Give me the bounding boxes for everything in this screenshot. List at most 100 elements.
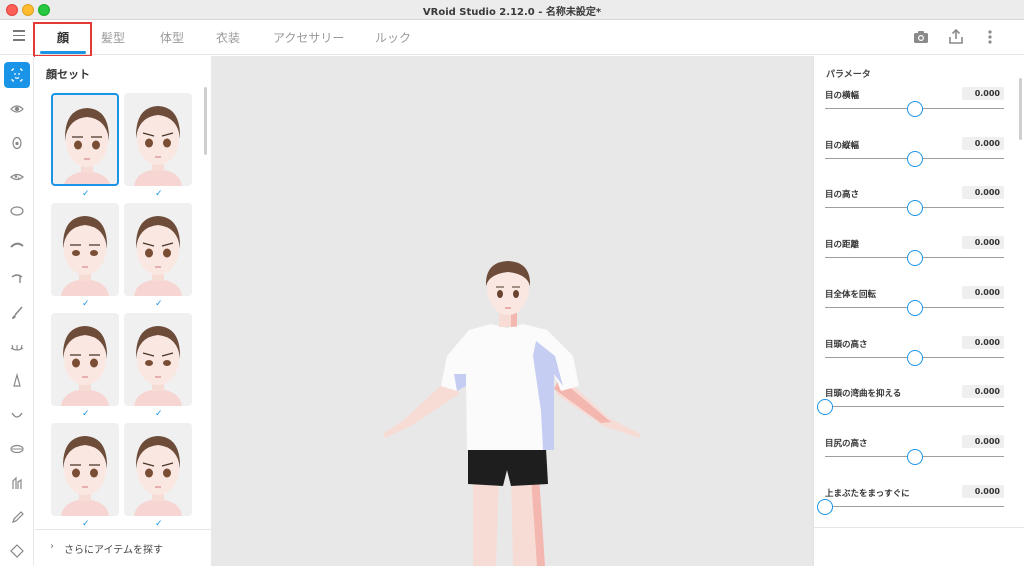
tab-body[interactable]: 体型 [160,29,184,46]
face-set-item[interactable] [124,203,192,296]
face-set-item[interactable] [124,423,192,516]
slider-knob[interactable] [906,150,923,167]
parameters-scrollbar[interactable] [1019,78,1022,140]
parameter-row: 目全体を回転 0.000 [814,285,1019,338]
ear-icon [11,274,23,283]
tab-hairstyle[interactable]: 髪型 [101,29,125,46]
face-icon [11,68,23,82]
parameter-row: 上まぶたをまっすぐに 0.000 [814,484,1019,537]
iris-icon [12,136,22,150]
parameter-value-field[interactable]: 0.000 [962,285,1004,299]
parameter-label: 目の距離 [825,240,860,251]
category-rail [0,56,34,566]
parameter-value-field[interactable]: 0.000 [962,385,1004,399]
slider-track[interactable] [825,505,1004,507]
parameter-value-field[interactable]: 0.000 [962,434,1004,448]
installed-check-icon: ✓ [155,519,163,529]
eyebrow-icon [10,242,24,248]
parameter-row: 目頭の高さ 0.000 [814,335,1019,388]
rail-eyelash-button[interactable] [4,334,30,360]
parameter-row: 目の高さ 0.000 [814,186,1019,238]
3d-viewport[interactable] [211,56,813,566]
rail-brush-button[interactable] [4,300,30,326]
tab-outfit[interactable]: 衣装 [216,29,240,46]
face-set-item[interactable] [51,313,119,406]
shape-icon [10,544,24,558]
installed-check-icon: ✓ [82,189,90,199]
parameter-value-field[interactable]: 0.000 [962,87,1004,100]
parameter-label: 目頭の湾曲を抑える [825,389,902,400]
installed-check-icon: ✓ [82,409,90,419]
rail-nose-button[interactable] [4,368,30,394]
tab-accessory[interactable]: アクセサリー [273,29,344,46]
slider-knob[interactable] [906,101,923,117]
face-preview [134,106,182,186]
rail-face-button[interactable] [4,62,30,88]
parameter-label: 目の縦幅 [825,140,860,151]
face-preview [61,326,109,406]
installed-check-icon: ✓ [155,189,163,199]
parameters-divider [814,527,1024,528]
brush-icon [12,306,23,319]
parameter-value-field[interactable]: 0.000 [962,236,1004,250]
export-icon[interactable] [947,28,965,46]
face-set-item[interactable] [124,313,192,406]
face-preview [61,216,109,296]
face-set-panel: 顔セット ✓ ✓ ✓ ✓ ✓ ✓ ✓ ✓ › さらにアイテムを探す [35,56,211,566]
camera-icon[interactable] [912,28,930,46]
rail-teeth-button[interactable] [4,436,30,462]
rail-dropper-button[interactable] [4,504,30,530]
slider-track[interactable] [825,406,1004,408]
slider-knob[interactable] [906,200,923,217]
face-set-item[interactable] [51,423,119,516]
parameter-label: 目の高さ [825,190,860,201]
rail-eye-highlight-button[interactable] [4,164,30,190]
rail-iris-button[interactable] [4,130,30,156]
face-set-title: 顔セット [46,68,90,81]
face-set-item[interactable] [124,93,192,186]
title-bar: VRoid Studio 2.12.0 - 名称未設定* [0,0,1024,20]
tab-look[interactable]: ルック [375,29,411,46]
face-outline-icon [10,206,24,216]
rail-shape-button[interactable] [4,538,30,564]
installed-check-icon: ✓ [155,409,163,419]
slider-knob[interactable] [906,448,923,465]
face-set-item[interactable] [51,203,119,296]
parameter-value-field[interactable]: 0.000 [962,335,1004,349]
rail-face-outline-button[interactable] [4,198,30,224]
find-more-items-button[interactable]: › さらにアイテムを探す [35,529,211,566]
parameter-value-field[interactable]: 0.000 [962,186,1004,200]
rail-eyebrow-button[interactable] [4,232,30,258]
parameter-label: 目頭の高さ [825,339,868,350]
face-set-item[interactable] [51,93,119,186]
parameter-value-field[interactable]: 0.000 [962,484,1004,498]
face-panel-scrollbar[interactable] [204,87,207,155]
parameter-label: 目尻の高さ [825,438,868,449]
slider-knob[interactable] [906,250,923,267]
hamburger-menu-icon[interactable] [13,30,25,42]
rail-mouth-button[interactable] [4,402,30,428]
parameter-row: 目頭の湾曲を抑える 0.000 [814,385,1019,437]
rail-tooth-button[interactable] [4,470,30,496]
parameter-value-field[interactable]: 0.000 [962,136,1004,150]
eyelash-icon [10,344,24,351]
mouth-icon [11,412,23,418]
slider-knob[interactable] [817,399,833,416]
parameter-label: 上まぶたをまっすぐに [825,488,910,499]
more-vertical-icon[interactable] [981,28,999,46]
parameter-row: 目尻の高さ 0.000 [814,434,1019,487]
parameter-row: 目の距離 0.000 [814,236,1019,288]
face-preview [134,326,182,406]
nose-icon [13,373,21,387]
find-more-items-label: さらにアイテムを探す [64,545,163,556]
face-preview [134,216,182,296]
rail-ear-button[interactable] [4,266,30,292]
tab-bar: 顔 髪型 体型 衣装 アクセサリー ルック [0,20,1024,55]
face-preview [64,108,110,184]
tooth-icon [12,476,22,489]
slider-knob[interactable] [906,299,923,316]
slider-knob[interactable] [906,349,923,366]
face-preview [61,436,109,516]
slider-knob[interactable] [817,498,833,515]
rail-eye-button[interactable] [4,96,30,122]
